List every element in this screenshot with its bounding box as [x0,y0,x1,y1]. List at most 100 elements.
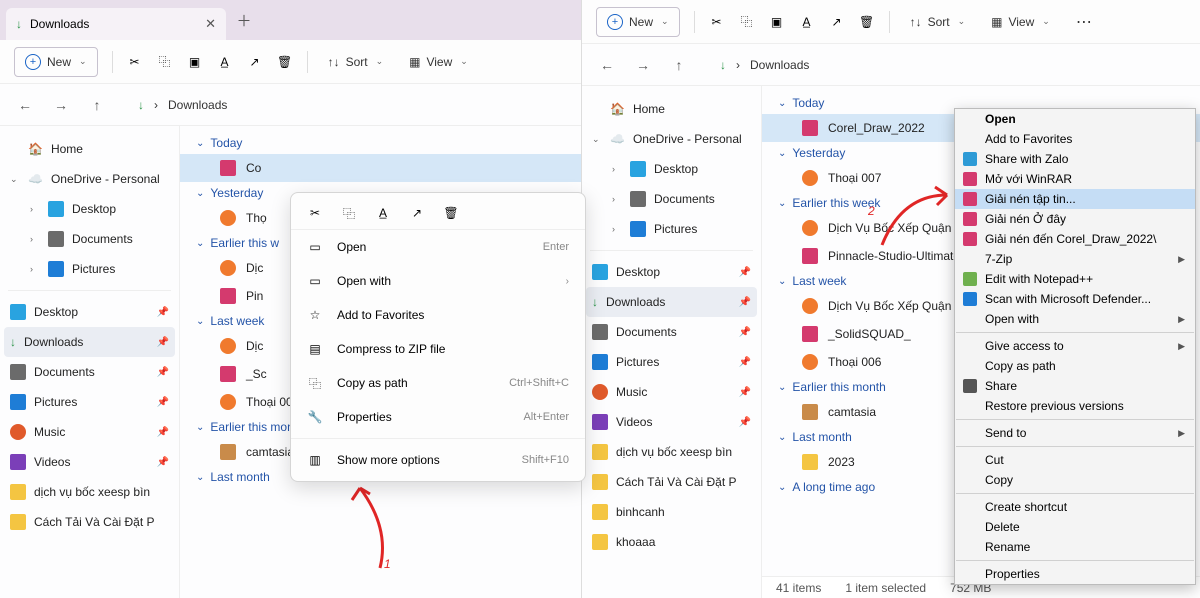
ctx-favorites[interactable]: ☆Add to Favorites [291,298,585,332]
sort-button[interactable]: ↑↓ Sort⌄ [322,47,390,77]
breadcrumb[interactable]: ↓› Downloads [720,58,809,72]
sidebar-item-music[interactable]: Music📌 [4,417,175,447]
sidebar-folder[interactable]: binhcanh [586,497,757,527]
ctx-item[interactable]: Open with▶ [955,309,1195,329]
sidebar-item-documents[interactable]: Documents📌 [586,317,757,347]
sidebar-item-downloads[interactable]: ↓Downloads📌 [4,327,175,357]
back-button[interactable]: ← [10,90,40,120]
ctx-item[interactable]: Add to Favorites [955,129,1195,149]
sidebar-item[interactable]: ›Pictures [586,214,757,244]
up-button[interactable]: ↑ [82,90,112,120]
sidebar-folder[interactable]: dịch vụ bốc xeesp bìn [4,477,175,507]
ctx-zip[interactable]: ▤Compress to ZIP file [291,332,585,366]
ctx-item[interactable]: Restore previous versions [955,396,1195,416]
sidebar-item[interactable]: ›Documents [586,184,757,214]
ctx-item[interactable]: Cut [955,450,1195,470]
cut-icon[interactable]: ✂ [127,54,143,70]
forward-button[interactable]: → [46,90,76,120]
ctx-item[interactable]: Giải nén Ở đây [955,209,1195,229]
delete-icon[interactable]: 🗑 [277,54,293,70]
ctx-item[interactable]: Copy as path [955,356,1195,376]
cut-icon[interactable]: ✂ [709,14,725,30]
sidebar-folder[interactable]: khoaaa [586,527,757,557]
sidebar-item-documents[interactable]: Documents📌 [4,357,175,387]
ctx-item[interactable]: Giải nén tập tin... [955,189,1195,209]
sidebar-item[interactable]: ›Pictures [4,254,175,284]
ctx-item[interactable]: Share with Zalo [955,149,1195,169]
sidebar-item[interactable]: ›Documents [4,224,175,254]
svg-text:2: 2 [867,204,875,218]
ctx-item[interactable]: Rename [955,537,1195,557]
rename-icon[interactable]: A̲ [217,54,233,70]
new-button[interactable]: +New⌄ [596,7,680,37]
sidebar-home[interactable]: Home [4,134,175,164]
rename-icon[interactable]: A̲ [375,205,391,221]
ctx-item[interactable]: Mở với WinRAR [955,169,1195,189]
sidebar-item-pictures[interactable]: Pictures📌 [586,347,757,377]
more-button[interactable] [1070,7,1098,37]
delete-icon[interactable]: 🗑 [443,205,459,221]
cut-icon[interactable]: ✂ [307,205,323,221]
sidebar-onedrive[interactable]: ⌄OneDrive - Personal [586,124,757,154]
forward-button[interactable]: → [628,50,658,80]
ctx-item[interactable]: Giải nén đến Corel_Draw_2022\ [955,229,1195,249]
ctx-show-more[interactable]: ▥Show more optionsShift+F10 [291,443,585,477]
ctx-copy-path[interactable]: ⿻Copy as pathCtrl+Shift+C [291,366,585,400]
sidebar-item-videos[interactable]: Videos📌 [586,407,757,437]
download-icon: ↓ [138,98,144,112]
ctx-item[interactable]: Create shortcut [955,497,1195,517]
view-button[interactable]: ▦ View⌄ [403,47,474,77]
share-icon[interactable]: ↗ [829,14,845,30]
ctx-open-with[interactable]: ▭Open with› [291,264,585,298]
sidebar-folder[interactable]: dịch vụ bốc xeesp bìn [586,437,757,467]
sort-button[interactable]: ↑↓ Sort⌄ [904,7,972,37]
copy-icon[interactable]: ⿻ [739,14,755,30]
sidebar-folder[interactable]: Cách Tải Và Cài Đặt P [586,467,757,497]
share-icon[interactable]: ↗ [409,205,425,221]
sidebar-item-desktop[interactable]: Desktop📌 [4,297,175,327]
explorer-window-left: ↓ Downloads ✕ ＋ +New⌄ ✂ ⿻ ▣ A̲ ↗ 🗑 ↑↓ So… [0,0,582,598]
ctx-item[interactable]: Share [955,376,1195,396]
sidebar-folder[interactable]: Cách Tải Và Cài Đặt P [4,507,175,537]
ctx-item[interactable]: Give access to▶ [955,336,1195,356]
sidebar-onedrive[interactable]: ⌄OneDrive - Personal [4,164,175,194]
ctx-icon [963,192,977,206]
tab-downloads[interactable]: ↓ Downloads ✕ [6,8,226,40]
close-icon[interactable]: ✕ [205,16,216,32]
new-button[interactable]: +New⌄ [14,47,98,77]
new-tab-button[interactable]: ＋ [230,6,258,34]
toolbar: +New⌄ ✂ ⿻ ▣ A̲ ↗ 🗑 ↑↓ Sort⌄ ▦ View⌄ [0,40,581,84]
share-icon[interactable]: ↗ [247,54,263,70]
sidebar-item[interactable]: ›Desktop [586,154,757,184]
ctx-properties[interactable]: 🔧PropertiesAlt+Enter [291,400,585,434]
ctx-item[interactable]: Open [955,109,1195,129]
file-row[interactable]: Co [180,154,581,182]
back-button[interactable]: ← [592,50,622,80]
rename-icon[interactable]: A̲ [799,14,815,30]
view-button[interactable]: ▦ View⌄ [985,7,1056,37]
up-button[interactable]: ↑ [664,50,694,80]
group-header[interactable]: Today [180,132,581,154]
sidebar-item-music[interactable]: Music📌 [586,377,757,407]
ctx-open[interactable]: ▭OpenEnter [291,230,585,264]
ctx-item[interactable]: Scan with Microsoft Defender... [955,289,1195,309]
sidebar-item-downloads[interactable]: ↓Downloads📌 [586,287,757,317]
ctx-item[interactable]: Properties [955,564,1195,584]
delete-icon[interactable]: 🗑 [859,14,875,30]
open-with-icon: ▭ [307,273,323,289]
sidebar-item[interactable]: ›Desktop [4,194,175,224]
sidebar-home[interactable]: Home [586,94,757,124]
ctx-item[interactable]: Copy [955,470,1195,490]
copy-icon[interactable]: ⿻ [157,54,173,70]
breadcrumb[interactable]: ↓› Downloads [138,98,227,112]
ctx-item[interactable]: Send to▶ [955,423,1195,443]
ctx-item[interactable]: Delete [955,517,1195,537]
copy-icon[interactable]: ⿻ [341,205,357,221]
paste-icon[interactable]: ▣ [769,14,785,30]
ctx-item[interactable]: Edit with Notepad++ [955,269,1195,289]
paste-icon[interactable]: ▣ [187,54,203,70]
sidebar-item-pictures[interactable]: Pictures📌 [4,387,175,417]
ctx-item[interactable]: 7-Zip▶ [955,249,1195,269]
sidebar-item-desktop[interactable]: Desktop📌 [586,257,757,287]
sidebar-item-videos[interactable]: Videos📌 [4,447,175,477]
